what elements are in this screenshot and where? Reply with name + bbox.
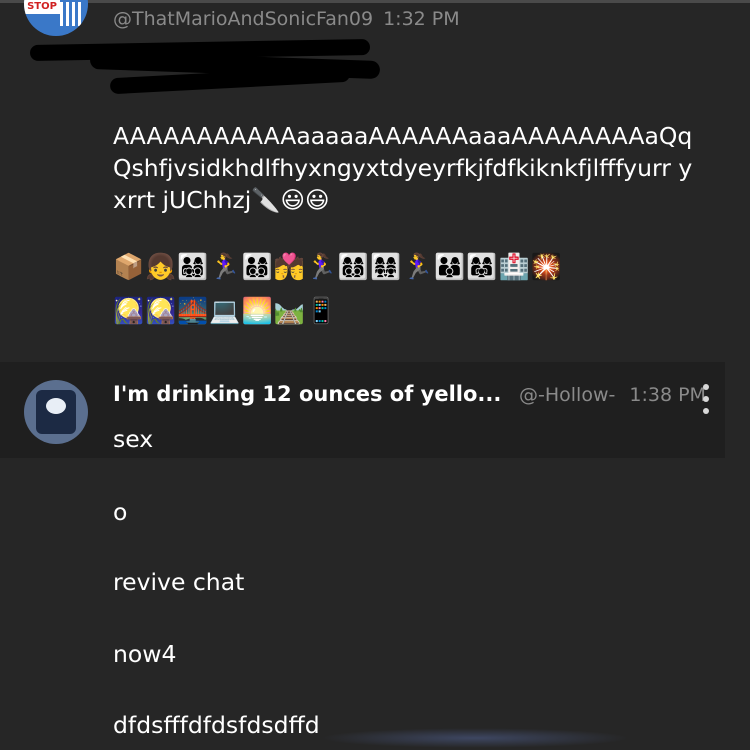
emoji-block: 📦👧👨‍👩‍👧‍👦🏃‍♀️👨‍👩‍👦‍👦💏🏃‍♀️👩‍👩‍👦‍👦👩‍👩‍👧‍👧🏃… [113,245,713,333]
message-line: sex [113,425,154,453]
emoji-row: 🎑🎑🌉💻🌅🛤️📱 [113,296,338,325]
author-handle[interactable]: @ThatMarioAndSonicFan09 [113,8,373,30]
avatar[interactable]: STOP [24,0,88,36]
more-options-icon[interactable] [703,384,709,414]
timestamp: 1:32 PM [383,8,460,30]
avatar[interactable] [24,380,88,444]
emoji-row: 📦👧👨‍👩‍👧‍👦🏃‍♀️👨‍👩‍👦‍👦💏🏃‍♀️👩‍👩‍👦‍👦👩‍👩‍👧‍👧🏃… [113,252,563,281]
scroll-glow [320,728,630,748]
avatar-face [46,398,66,414]
message-body: AAAAAAAAAAAaaaaaAAAAAAaaaAAAAAAAAaQqQshf… [113,120,703,216]
message-header-meta: @-Hollow- 1:38 PM [519,384,706,406]
message-item-1[interactable]: STOP @ThatMarioAndSonicFan09 1:32 PM AAAA… [0,0,750,360]
message-line: o [113,498,128,526]
message-line: dfdsfffdfdsfdsdffd [113,711,320,739]
dot [703,396,709,402]
emoji-run: 🔪😃😃 [251,186,330,214]
timestamp: 1:38 PM [629,384,706,406]
avatar-badge: STOP [24,0,60,14]
dot [703,384,709,390]
message-line: now4 [113,640,177,668]
message-line: revive chat [113,568,245,596]
message-text: AAAAAAAAAAAaaaaaAAAAAAaaaAAAAAAAAaQqQshf… [113,122,693,214]
avatar-stripe [60,2,82,26]
author-handle[interactable]: @-Hollow- [519,384,615,406]
message-header: @ThatMarioAndSonicFan09 1:32 PM [113,8,460,30]
message-item-2-header[interactable]: I'm drinking 12 ounces of yello... @-Hol… [0,362,725,458]
dot [703,408,709,414]
author-name[interactable]: I'm drinking 12 ounces of yello... [113,382,501,406]
